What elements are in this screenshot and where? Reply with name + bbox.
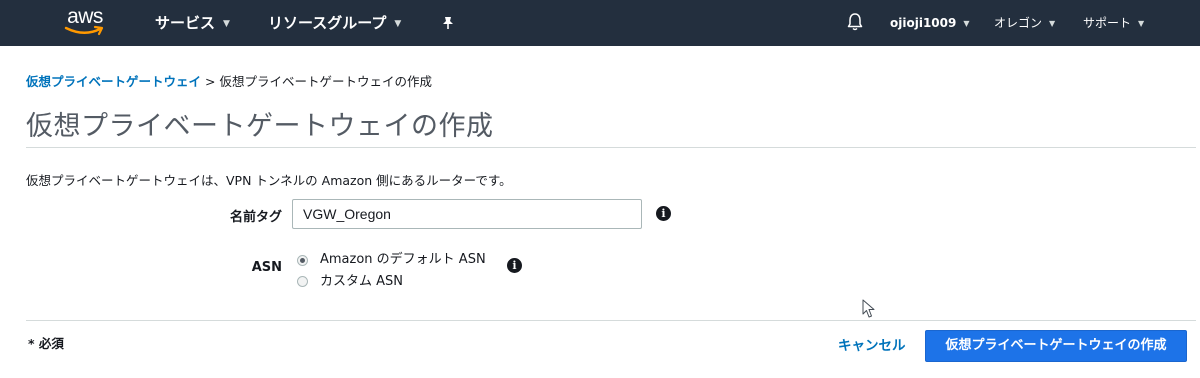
asn-default-option-label[interactable]: Amazon のデフォルト ASN	[320, 252, 486, 268]
region-menu[interactable]: オレゴン ▼	[994, 15, 1055, 31]
info-icon[interactable]: i	[656, 206, 671, 221]
breadcrumb-link-vgw[interactable]: 仮想プライベートゲートウェイ	[26, 74, 201, 89]
asn-custom-radio[interactable]	[297, 276, 308, 287]
services-label: サービス	[155, 14, 216, 32]
create-vgw-button[interactable]: 仮想プライベートゲートウェイの作成	[925, 330, 1187, 362]
chevron-down-icon: ▼	[223, 19, 230, 29]
resource-groups-menu[interactable]: リソースグループ ▼	[268, 13, 401, 33]
breadcrumb: 仮想プライベートゲートウェイ > 仮想プライベートゲートウェイの作成	[26, 73, 432, 91]
chevron-down-icon: ▼	[1138, 19, 1145, 28]
asn-custom-option-label[interactable]: カスタム ASN	[320, 274, 403, 290]
footer-divider	[26, 320, 1196, 321]
mouse-cursor-icon	[862, 299, 875, 318]
breadcrumb-current: 仮想プライベートゲートウェイの作成	[219, 74, 433, 89]
asn-info-icon[interactable]: i	[507, 258, 522, 273]
support-menu[interactable]: サポート ▼	[1083, 15, 1144, 31]
name-tag-input[interactable]	[292, 199, 642, 229]
chevron-down-icon: ▼	[1049, 19, 1056, 28]
asn-label: ASN	[251, 260, 282, 275]
account-menu[interactable]: ojioji1009 ▼	[890, 15, 970, 31]
support-label: サポート	[1083, 16, 1132, 30]
name-tag-label: 名前タグ	[229, 210, 282, 225]
required-note: * 必須	[28, 336, 64, 351]
page-description: 仮想プライベートゲートウェイは、VPN トンネルの Amazon 側にあるルータ…	[26, 173, 512, 188]
breadcrumb-separator: >	[205, 74, 216, 89]
cancel-button[interactable]: キャンセル	[838, 337, 906, 355]
services-menu[interactable]: サービス ▼	[155, 13, 230, 33]
chevron-down-icon: ▼	[394, 19, 402, 29]
title-divider	[26, 147, 1196, 148]
account-label: ojioji1009	[890, 16, 957, 30]
page-title: 仮想プライベートゲートウェイの作成	[26, 111, 494, 142]
pin-icon[interactable]	[440, 15, 456, 31]
logo-smile-icon	[64, 25, 104, 36]
chevron-down-icon: ▼	[963, 19, 970, 28]
bell-icon[interactable]	[846, 12, 864, 32]
top-navigation-bar: aws サービス ▼ リソースグループ ▼ ojioji1009 ▼ オレゴン ▼ サポ…	[0, 0, 1200, 46]
resource-groups-label: リソースグループ	[268, 14, 387, 32]
asn-default-radio[interactable]	[297, 255, 308, 266]
region-label: オレゴン	[994, 16, 1043, 30]
aws-logo[interactable]: aws	[62, 5, 108, 39]
